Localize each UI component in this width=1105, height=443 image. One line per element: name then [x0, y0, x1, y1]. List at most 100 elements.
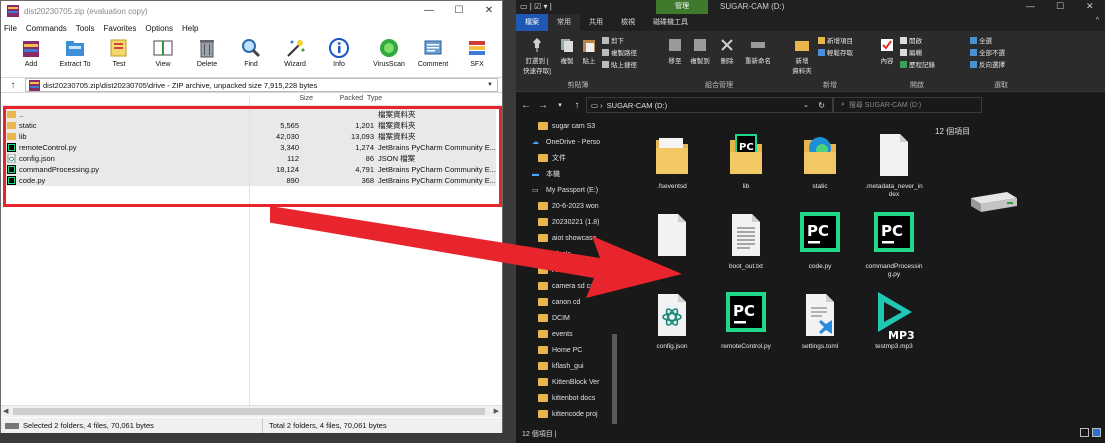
search-input[interactable]: ⌕ 搜尋 SUGAR-CAM (D:) [832, 97, 982, 113]
column-header-name[interactable] [1, 95, 287, 105]
menu-tools[interactable]: Tools [76, 24, 95, 33]
grid-item-metadata-never-index[interactable]: .metadata_never_index [864, 130, 924, 199]
copy-to-button[interactable]: 複製到 [688, 37, 712, 65]
grid-item-remotecontrol-py[interactable]: PC remoteControl.py [716, 290, 776, 351]
properties-button[interactable]: 內容 [876, 37, 898, 65]
grid-item-fseventsd[interactable]: .fseventsd [642, 130, 702, 191]
back-arrow-icon[interactable]: ← [519, 100, 533, 111]
add-button[interactable]: Add [9, 37, 53, 75]
menu-file[interactable]: File [4, 24, 17, 33]
forward-arrow-icon[interactable]: → [536, 100, 550, 111]
tab-share[interactable]: 共用 [580, 14, 612, 31]
maximize-button[interactable]: ☐ [1056, 1, 1064, 12]
open-button[interactable]: 開啟 [900, 35, 922, 45]
horizontal-scrollbar[interactable]: ◀ ▶ [1, 405, 502, 417]
tab-drive-tools[interactable]: 磁碟機工具 [644, 14, 697, 31]
table-row[interactable]: commandProcessing.py 18,124 4,791 JetBra… [5, 164, 496, 175]
nav-item[interactable]: sugar cam S3 [520, 118, 634, 134]
info-button[interactable]: Info [317, 37, 361, 75]
nav-scrollbar-thumb[interactable] [612, 334, 617, 430]
context-tab-manage[interactable]: 管理 [656, 0, 708, 14]
maximize-button[interactable]: ☐ [449, 4, 469, 18]
quick-access-toolbar[interactable]: ▭ | ☑ ▾ | [520, 2, 552, 11]
nav-item[interactable]: 20230221 (1.8) [520, 214, 634, 230]
nav-item-onedrive[interactable]: ☁ OneDrive - Perso [520, 134, 634, 150]
tab-view[interactable]: 檢視 [612, 14, 644, 31]
refresh-icon[interactable]: ↻ [818, 101, 825, 110]
column-header-type[interactable]: Type [363, 95, 382, 105]
move-to-button[interactable]: 移至 [664, 37, 686, 65]
easy-access-button[interactable]: 輕鬆存取 [818, 47, 853, 57]
rename-button[interactable]: 重新命名 [740, 37, 776, 65]
invert-selection-button[interactable]: 反向選擇 [970, 59, 1005, 69]
recent-chevron-icon[interactable]: ▾ [553, 101, 567, 109]
find-button[interactable]: Find [229, 37, 273, 75]
copy-path-button[interactable]: 複製路徑 [602, 47, 637, 57]
virusscan-button[interactable]: VirusScan [367, 37, 411, 75]
select-none-button[interactable]: 全部不選 [970, 47, 1005, 57]
archive-path-field[interactable]: dist20230705.zip\dist20230705\drive - ZI… [25, 78, 498, 92]
scrollbar-thumb[interactable] [13, 408, 485, 415]
comment-button[interactable]: Comment [411, 37, 455, 75]
large-icons-view-icon[interactable] [1092, 428, 1101, 437]
minimize-button[interactable]: — [419, 4, 439, 18]
close-button[interactable]: ✕ [479, 4, 499, 18]
tab-file[interactable]: 檔案 [516, 14, 548, 31]
nav-item[interactable]: 20-6-2023 won [520, 198, 634, 214]
nav-item[interactable]: aiot showcase [520, 230, 634, 246]
up-arrow-icon[interactable]: ↑ [570, 100, 584, 111]
address-chevron-icon[interactable]: ⌄ [803, 101, 809, 109]
grid-item-settings-toml[interactable]: settings.toml [790, 290, 850, 351]
table-row[interactable]: .. 檔案資料夾 [5, 109, 496, 120]
minimize-button[interactable]: — [1026, 1, 1035, 11]
table-row[interactable]: code.py 890 368 JetBrains PyCharm Commun… [5, 175, 496, 186]
menu-commands[interactable]: Commands [26, 24, 67, 33]
grid-item-lib[interactable]: PC lib [716, 130, 776, 191]
delete-button[interactable]: Delete [185, 37, 229, 75]
nav-item[interactable]: DCIM [520, 310, 634, 326]
grid-item-blank-file[interactable] [642, 210, 702, 263]
grid-item-code-py[interactable]: PC code.py [790, 210, 850, 271]
edit-button[interactable]: 編輯 [900, 47, 922, 57]
nav-item[interactable]: 文件 [520, 150, 634, 166]
grid-item-testmp3[interactable]: MP3 testmp3.mp3 [864, 290, 924, 351]
address-bar[interactable]: ▭ › SUGAR-CAM (D:) ⌄ ↻ [586, 97, 834, 113]
chevron-down-icon[interactable]: ▼ [487, 82, 497, 88]
test-button[interactable]: Test [97, 37, 141, 75]
column-header-size[interactable]: Size [287, 95, 313, 105]
history-button[interactable]: 歷程記錄 [900, 59, 935, 69]
new-folder-button[interactable]: 新增 資料夾 [788, 37, 816, 75]
grid-item-commandprocessing-py[interactable]: PC commandProcessing.py [864, 210, 924, 279]
nav-item[interactable]: camera sd card [520, 278, 634, 294]
scroll-right-icon[interactable]: ▶ [494, 407, 499, 415]
scroll-left-icon[interactable]: ◀ [3, 407, 8, 415]
tab-home[interactable]: 常用 [548, 14, 580, 31]
menu-options[interactable]: Options [145, 24, 173, 33]
new-item-button[interactable]: 新增項目 [818, 35, 853, 45]
nav-item[interactable]: Anson's file [520, 262, 634, 278]
grid-item-boot-out[interactable]: boot_out.txt [716, 210, 776, 271]
nav-item-this-pc[interactable]: ▬ 本機 [520, 166, 634, 182]
delete-button[interactable]: 刪除 [716, 37, 738, 65]
menu-help[interactable]: Help [182, 24, 198, 33]
grid-item-config-json[interactable]: config.json [642, 290, 702, 351]
cut-button[interactable]: 剪下 [602, 35, 624, 45]
view-button[interactable]: View [141, 37, 185, 75]
pin-quick-access-button[interactable]: 釘選到 [ 快速存取] [520, 37, 554, 75]
up-arrow-icon[interactable]: ↑ [1, 80, 25, 91]
table-row[interactable]: config.json 112 86 JSON 檔案 [5, 153, 496, 164]
paste-shortcut-button[interactable]: 貼上捷徑 [602, 59, 637, 69]
table-row[interactable]: static 5,565 1,201 檔案資料夾 [5, 120, 496, 131]
close-button[interactable]: ✕ [1086, 1, 1094, 12]
extract-to-button[interactable]: Extract To [53, 37, 97, 75]
copy-button[interactable]: 複製 [556, 37, 578, 65]
nav-item-drive[interactable]: ▭ My Passport (E:) [520, 182, 634, 198]
paste-button[interactable]: 貼上 [578, 37, 600, 65]
table-row[interactable]: lib 42,030 13,093 檔案資料夾 [5, 131, 496, 142]
column-header-packed[interactable]: Packed [313, 95, 363, 105]
nav-item[interactable]: Alan's ... [520, 246, 634, 262]
table-row[interactable]: remoteControl.py 3,340 1,274 JetBrains P… [5, 142, 496, 153]
sfx-button[interactable]: SFX [455, 37, 499, 75]
grid-item-static[interactable]: static [790, 130, 850, 191]
select-all-button[interactable]: 全選 [970, 35, 992, 45]
